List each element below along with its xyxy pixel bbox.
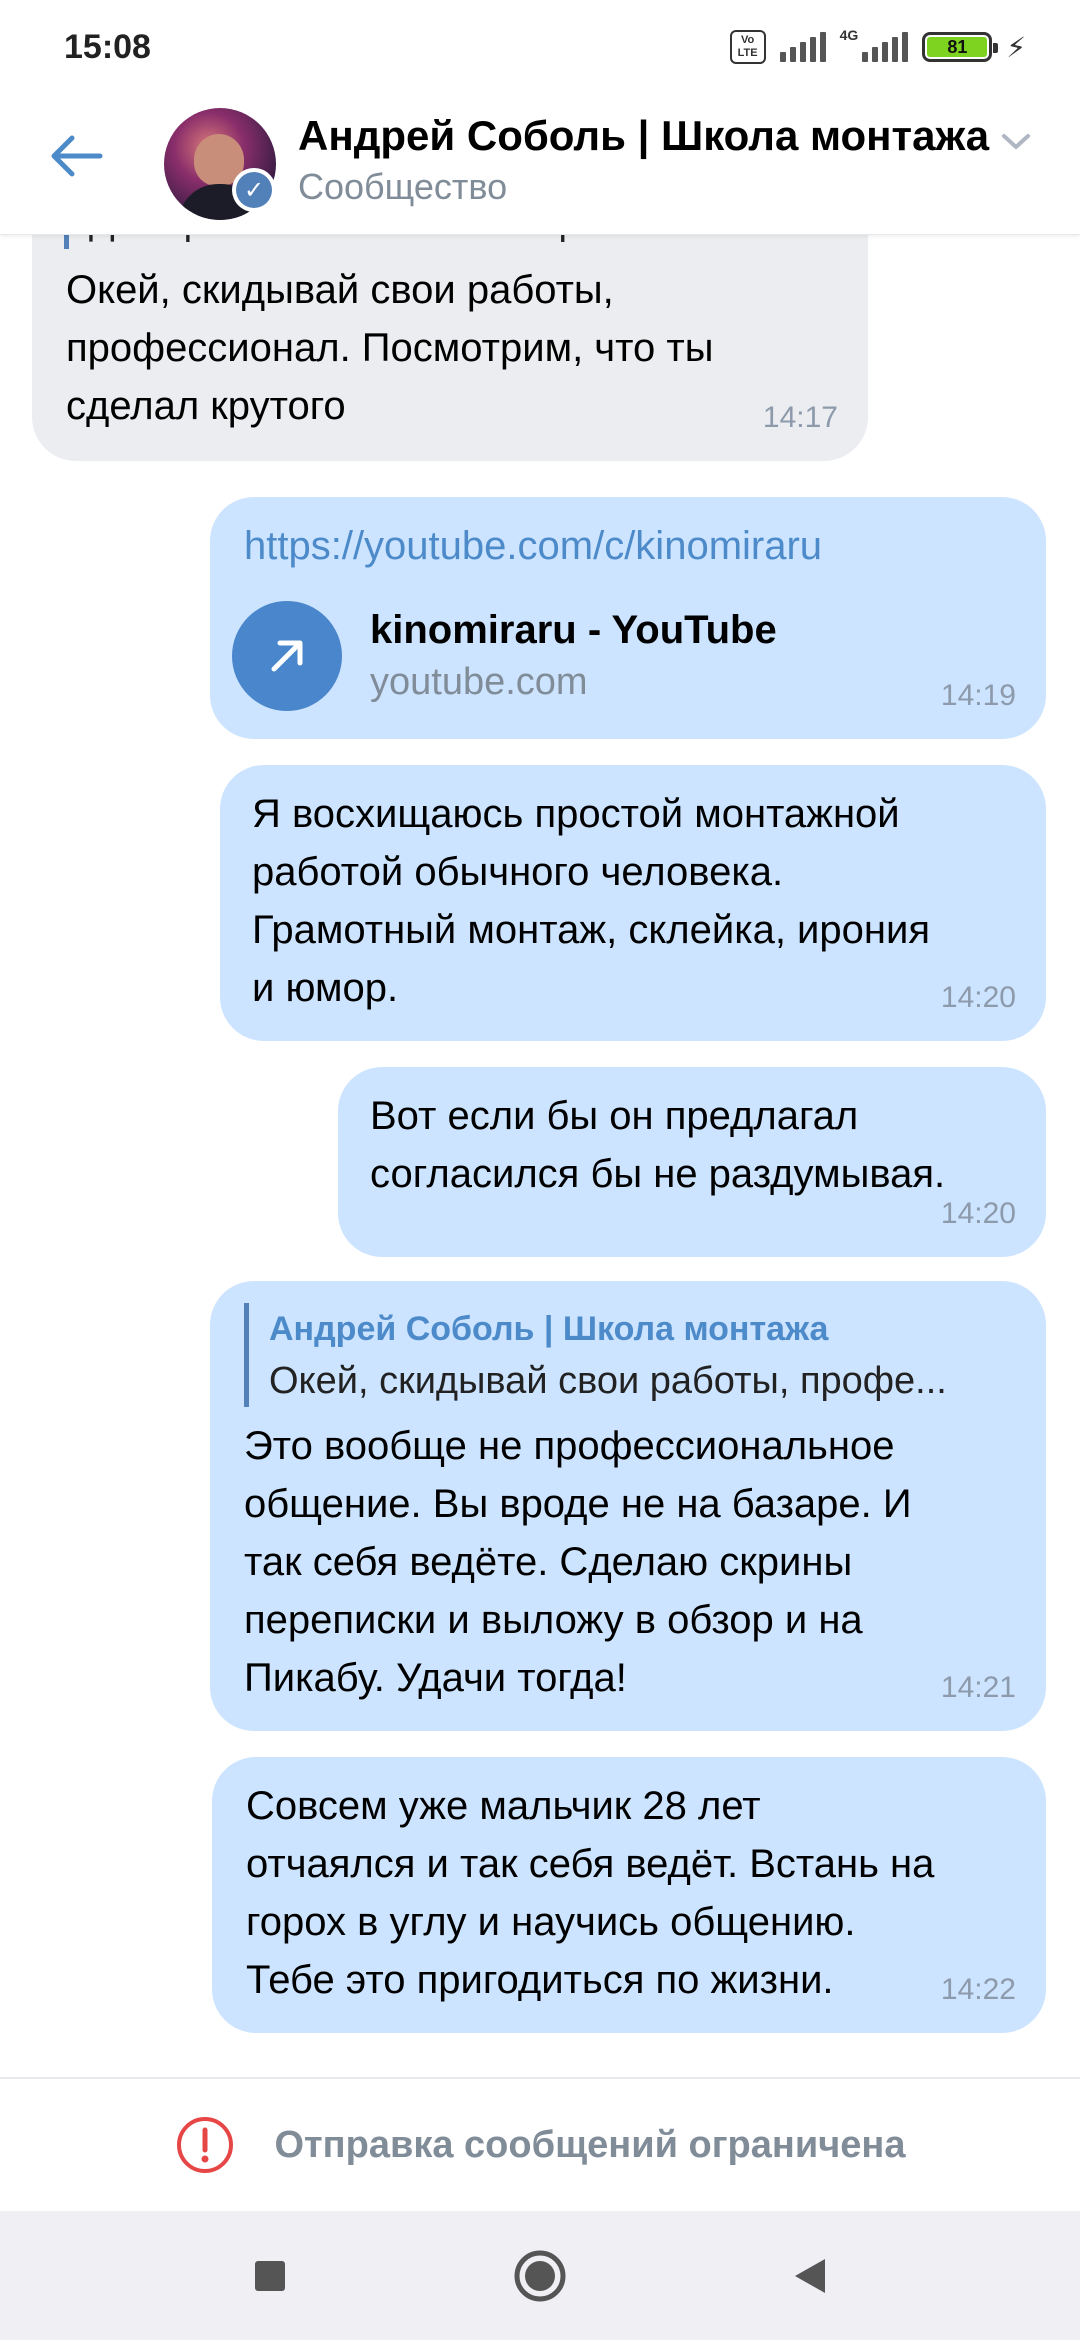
quote-author: Андрей Соболь | Школа монтажа bbox=[269, 1310, 829, 1348]
battery-icon: 81 bbox=[922, 32, 999, 62]
square-icon bbox=[255, 2260, 285, 2291]
network-type-label: 4G bbox=[839, 27, 859, 43]
message-time: 14:22 bbox=[940, 1973, 1016, 2006]
status-icons: Vo LTE 4G 81 ⚡ bbox=[729, 27, 1026, 64]
screen: 15:08 Vo LTE 4G 81 ⚡ ✓ Андрей Соболь | Ш… bbox=[0, 0, 1080, 2340]
link-info: kinomiraru - YouTube youtube.com bbox=[370, 604, 777, 708]
message-time: 14:20 bbox=[940, 981, 1016, 1014]
message-bubble-incoming[interactable]: Два три более менее выстреливают... Окей… bbox=[32, 235, 868, 461]
battery-level: 81 bbox=[927, 37, 988, 57]
quote-text: Окей, скидывай свои работы, профе... bbox=[269, 1360, 947, 1402]
recent-apps-button[interactable] bbox=[235, 2241, 305, 2311]
chat-header: ✓ Андрей Соболь | Школа монтажа Сообщест… bbox=[0, 100, 1080, 235]
reply-snippet: Два три более менее выстреливают... bbox=[64, 235, 884, 249]
message-time: 14:17 bbox=[762, 401, 838, 434]
chevron-down-icon[interactable] bbox=[1000, 126, 1032, 160]
chat-title[interactable]: Андрей Соболь | Школа монтажа bbox=[298, 112, 989, 160]
link-title: kinomiraru - YouTube bbox=[370, 608, 777, 652]
status-bar: 15:08 Vo LTE 4G 81 ⚡ bbox=[0, 0, 1080, 100]
message-time: 14:19 bbox=[940, 679, 1016, 712]
messaging-restricted-bar: Отправка сообщений ограничена bbox=[0, 2077, 1080, 2211]
reply-snippet-text: Два три более менее выстреливают... bbox=[89, 235, 756, 243]
message-bubble-reply[interactable]: Андрей Соболь | Школа монтажа Окей, скид… bbox=[210, 1281, 1046, 1731]
message-bubble-outgoing[interactable]: Совсем уже мальчик 28 лет отчаялся и так… bbox=[212, 1757, 1046, 2033]
charging-icon: ⚡ bbox=[1006, 31, 1026, 63]
message-time: 14:21 bbox=[940, 1671, 1016, 1704]
message-content: Андрей Соболь | Школа монтажа Окей, скид… bbox=[244, 1303, 999, 1707]
message-text: Это вообще не профессиональное общение. … bbox=[244, 1424, 912, 1700]
status-time: 15:08 bbox=[64, 28, 151, 66]
message-text: Вот если бы он предлагал согласился бы н… bbox=[370, 1094, 946, 1196]
back-nav-button[interactable] bbox=[775, 2241, 845, 2311]
verified-badge: ✓ bbox=[232, 168, 276, 212]
circle-icon bbox=[514, 2250, 566, 2301]
message-text: Я восхищаюсь простой монтажной работой о… bbox=[252, 792, 930, 1010]
restricted-text: Отправка сообщений ограничена bbox=[274, 2123, 906, 2166]
arrow-left-icon bbox=[51, 135, 103, 177]
volte-icon: Vo LTE bbox=[729, 30, 766, 64]
message-text: Окей, скидывай свои работы, профессионал… bbox=[66, 268, 714, 428]
check-icon: ✓ bbox=[236, 172, 272, 208]
link-domain: youtube.com bbox=[370, 661, 588, 703]
message-list[interactable]: Два три более менее выстреливают... Окей… bbox=[0, 235, 1080, 2077]
message-bubble-outgoing[interactable]: Вот если бы он предлагал согласился бы н… bbox=[338, 1067, 1046, 1257]
home-button[interactable] bbox=[505, 2241, 575, 2311]
quoted-message[interactable]: Андрей Соболь | Школа монтажа Окей, скид… bbox=[244, 1303, 999, 1407]
link-preview[interactable]: kinomiraru - YouTube youtube.com bbox=[232, 601, 777, 711]
message-bubble-outgoing[interactable]: Я восхищаюсь простой монтажной работой о… bbox=[220, 765, 1046, 1041]
message-bubble-link[interactable]: https://youtube.com/c/kinomiraru kinomir… bbox=[210, 497, 1046, 739]
link-icon bbox=[232, 601, 342, 711]
system-nav-bar bbox=[0, 2211, 1080, 2340]
alert-circle-icon bbox=[176, 2117, 233, 2173]
message-time: 14:20 bbox=[940, 1197, 1016, 1230]
message-text: Совсем уже мальчик 28 лет отчаялся и так… bbox=[246, 1784, 935, 2002]
triangle-back-icon bbox=[795, 2258, 825, 2293]
signal-icon-2 bbox=[862, 32, 909, 62]
signal-icon bbox=[779, 32, 826, 62]
message-link-url[interactable]: https://youtube.com/c/kinomiraru bbox=[244, 517, 822, 575]
chat-subtitle: Сообщество bbox=[298, 166, 508, 207]
back-button[interactable] bbox=[44, 124, 108, 188]
